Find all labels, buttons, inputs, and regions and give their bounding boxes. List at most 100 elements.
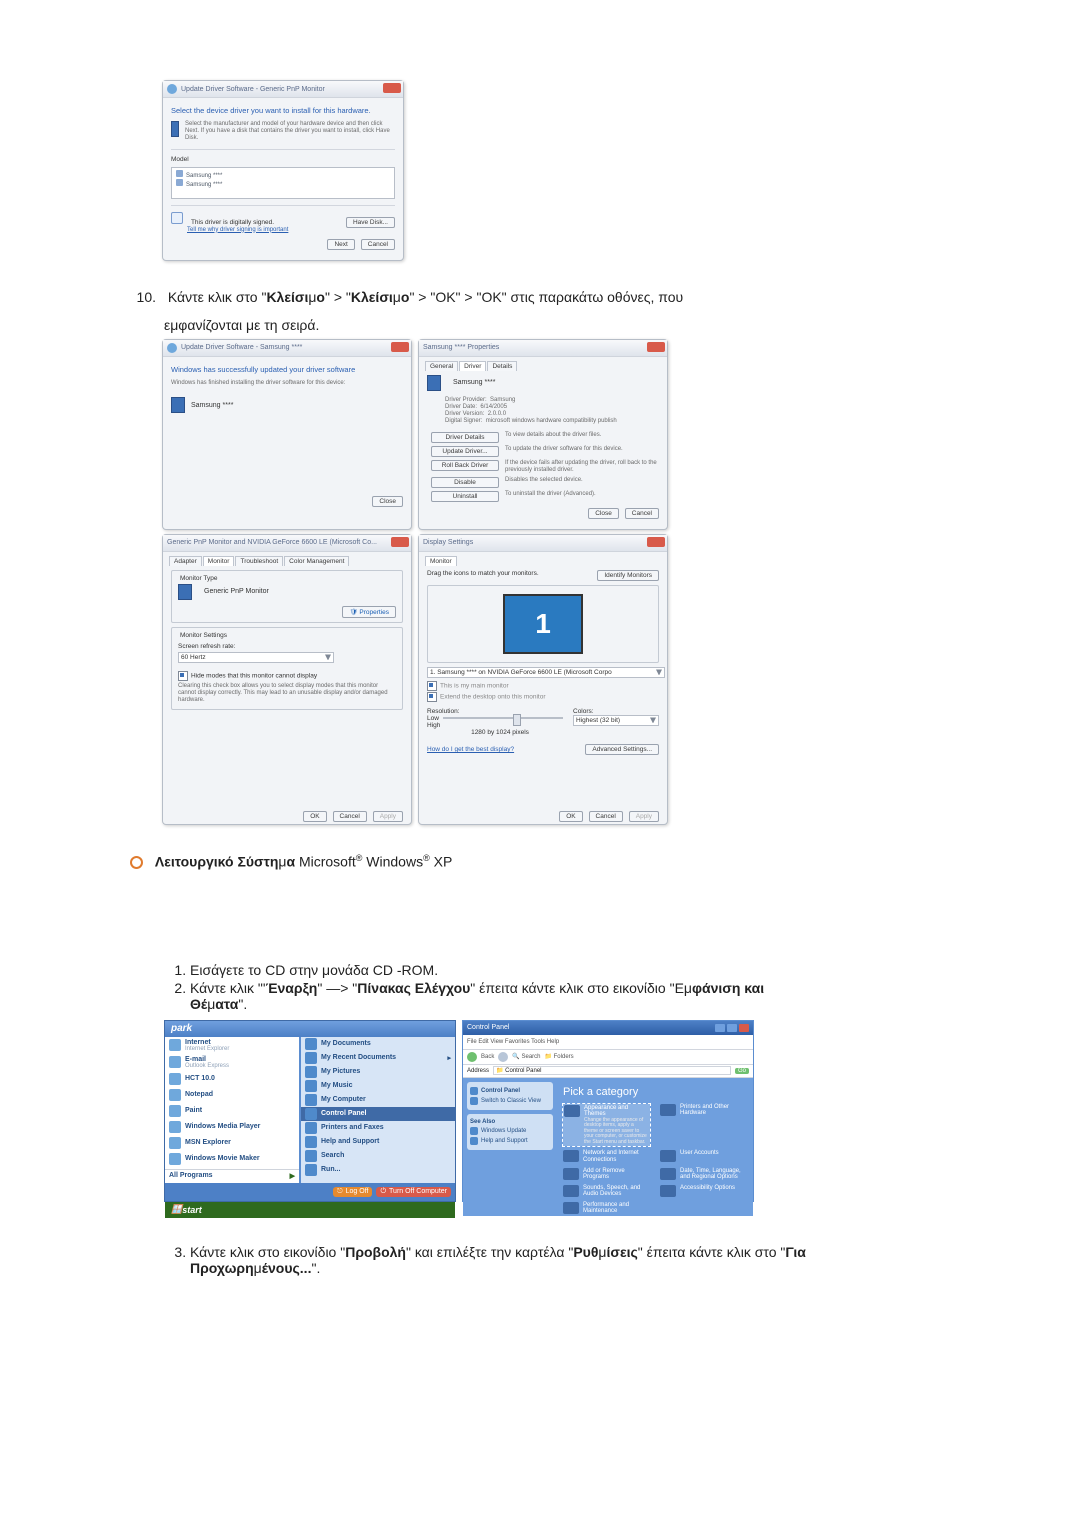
app-icon <box>169 1105 181 1117</box>
taskbar-start[interactable]: 🪟 start <box>165 1202 455 1218</box>
next-button[interactable]: Next <box>327 239 354 250</box>
shield-icon <box>171 212 183 224</box>
category-icon <box>660 1185 676 1197</box>
uninstall-button[interactable]: Uninstall <box>431 491 499 502</box>
display-select[interactable]: 1. Samsung **** on NVIDIA GeForce 6600 L… <box>427 667 665 678</box>
best-display-link[interactable]: How do I get the best display? <box>427 746 514 753</box>
cp-category[interactable]: Network and Internet Connections <box>563 1150 650 1163</box>
model-list[interactable]: Samsung **** Samsung **** <box>171 167 395 199</box>
refresh-rate-dropdown[interactable]: 60 Hertz <box>178 652 334 663</box>
start-left-item[interactable]: Windows Movie Maker <box>165 1151 299 1167</box>
start-left-item[interactable]: MSN Explorer <box>165 1135 299 1151</box>
start-right-item[interactable]: Run... <box>301 1163 455 1177</box>
start-right-item[interactable]: Search <box>301 1149 455 1163</box>
driver-details-button[interactable]: Driver Details <box>431 432 499 443</box>
ok-button[interactable]: OK <box>303 811 326 822</box>
tab-details[interactable]: Details <box>487 361 517 371</box>
start-right-item[interactable]: My Computer <box>301 1093 455 1107</box>
advanced-settings-button[interactable]: Advanced Settings... <box>585 744 659 755</box>
close-icon[interactable] <box>739 1024 749 1032</box>
cancel-button[interactable]: Cancel <box>333 811 367 822</box>
maximize-icon[interactable] <box>727 1024 737 1032</box>
start-left-item[interactable]: Paint <box>165 1103 299 1119</box>
model-label: Model <box>171 156 395 163</box>
have-disk-button[interactable]: Have Disk... <box>346 217 395 228</box>
windows-update-link[interactable]: Windows Update <box>470 1127 550 1135</box>
main-monitor-checkbox <box>427 681 437 691</box>
start-right-item[interactable]: My Pictures <box>301 1065 455 1079</box>
tab-troubleshoot[interactable]: Troubleshoot <box>235 556 283 566</box>
close-icon[interactable] <box>647 342 665 352</box>
close-button[interactable]: Close <box>588 508 619 519</box>
cp-category[interactable]: Date, Time, Language, and Regional Optio… <box>660 1168 747 1181</box>
start-right-item[interactable]: Control Panel <box>301 1107 455 1121</box>
tab-monitor[interactable]: Monitor <box>203 556 235 566</box>
close-button[interactable]: Close <box>372 496 403 507</box>
cancel-button[interactable]: Cancel <box>589 811 623 822</box>
tab-color-mgmt[interactable]: Color Management <box>284 556 349 566</box>
chevron-down-icon <box>325 654 331 660</box>
close-icon[interactable] <box>391 342 409 352</box>
folder-icon <box>305 1122 317 1134</box>
start-right-item[interactable]: Printers and Faxes <box>301 1121 455 1135</box>
extend-desktop-checkbox <box>427 692 437 702</box>
back-icon[interactable] <box>167 343 177 353</box>
cp-category[interactable]: Sounds, Speech, and Audio Devices <box>563 1185 650 1198</box>
disable-button[interactable]: Disable <box>431 477 499 488</box>
back-icon[interactable] <box>467 1052 477 1062</box>
xp-start-menu: park InternetInternet ExplorerE-mailOutl… <box>164 1020 456 1202</box>
hide-modes-checkbox[interactable] <box>178 671 188 681</box>
folder-icon <box>305 1164 317 1176</box>
switch-classic-link[interactable]: Switch to Classic View <box>470 1097 550 1105</box>
monitor-preview[interactable]: 1 <box>503 594 583 654</box>
start-left-item[interactable]: Windows Media Player <box>165 1119 299 1135</box>
cp-category[interactable]: Add or Remove Programs <box>563 1168 650 1181</box>
minimize-icon[interactable] <box>715 1024 725 1032</box>
identify-monitors-button[interactable]: Identify Monitors <box>597 570 659 581</box>
cp-category[interactable]: User Accounts <box>660 1150 747 1163</box>
start-left-item[interactable]: E-mailOutlook Express <box>165 1054 299 1071</box>
start-left-item[interactable]: HCT 10.0 <box>165 1071 299 1087</box>
substep-1: Εισάγετε το CD στην μονάδα CD -ROM. <box>190 962 950 978</box>
turnoff-button[interactable]: ⏻ Turn Off Computer <box>376 1187 451 1197</box>
start-right-item[interactable]: Help and Support <box>301 1135 455 1149</box>
address-field[interactable]: 📁 Control Panel <box>493 1066 731 1075</box>
substep-2: Κάντε κλικ "'Έναρξη" —> "Πίνακας Ελέγχου… <box>190 980 950 1012</box>
properties-button[interactable]: 🛡 Properties <box>342 606 396 618</box>
tab-general[interactable]: General <box>425 361 458 371</box>
go-button[interactable]: Go <box>735 1068 749 1074</box>
resolution-slider[interactable] <box>443 717 563 719</box>
forward-icon[interactable] <box>498 1052 508 1062</box>
cancel-button[interactable]: Cancel <box>625 508 659 519</box>
close-icon[interactable] <box>391 537 409 547</box>
start-right-item[interactable]: My Recent Documents▸ <box>301 1051 455 1065</box>
cp-category[interactable]: Appearance and ThemesChange the appearan… <box>563 1104 650 1147</box>
tab-monitor[interactable]: Monitor <box>425 556 457 566</box>
update-driver-select-dialog: Update Driver Software - Generic PnP Mon… <box>162 80 404 261</box>
tab-adapter[interactable]: Adapter <box>169 556 202 566</box>
back-icon[interactable] <box>167 84 177 94</box>
rollback-driver-button[interactable]: Roll Back Driver <box>431 460 499 471</box>
close-icon[interactable] <box>383 83 401 93</box>
update-driver-button[interactable]: Update Driver... <box>431 446 499 457</box>
start-right-item[interactable]: My Music <box>301 1079 455 1093</box>
tab-driver[interactable]: Driver <box>459 361 486 371</box>
start-right-item[interactable]: My Documents <box>301 1037 455 1051</box>
dialog-heading: Select the device driver you want to ins… <box>171 106 395 115</box>
cp-menubar[interactable]: File Edit View Favorites Tools Help <box>463 1035 753 1050</box>
logoff-button[interactable]: ⎋ Log Off <box>333 1187 372 1197</box>
colors-dropdown[interactable]: Highest (32 bit) <box>573 715 659 726</box>
help-support-link[interactable]: Help and Support <box>470 1137 550 1145</box>
close-icon[interactable] <box>647 537 665 547</box>
start-left-item[interactable]: Notepad <box>165 1087 299 1103</box>
cp-category[interactable]: Accessibility Options <box>660 1185 747 1198</box>
start-left-item[interactable]: InternetInternet Explorer <box>165 1037 299 1054</box>
ok-button[interactable]: OK <box>559 811 582 822</box>
cp-category[interactable]: Printers and Other Hardware <box>660 1104 747 1147</box>
all-programs[interactable]: All Programs▶ <box>165 1169 299 1182</box>
cancel-button[interactable]: Cancel <box>361 239 395 250</box>
dialog-title: Update Driver Software - Generic PnP Mon… <box>181 86 325 93</box>
bullet-icon <box>130 856 143 869</box>
signing-link[interactable]: Tell me why driver signing is important <box>187 227 288 233</box>
cp-category[interactable]: Performance and Maintenance <box>563 1202 650 1215</box>
